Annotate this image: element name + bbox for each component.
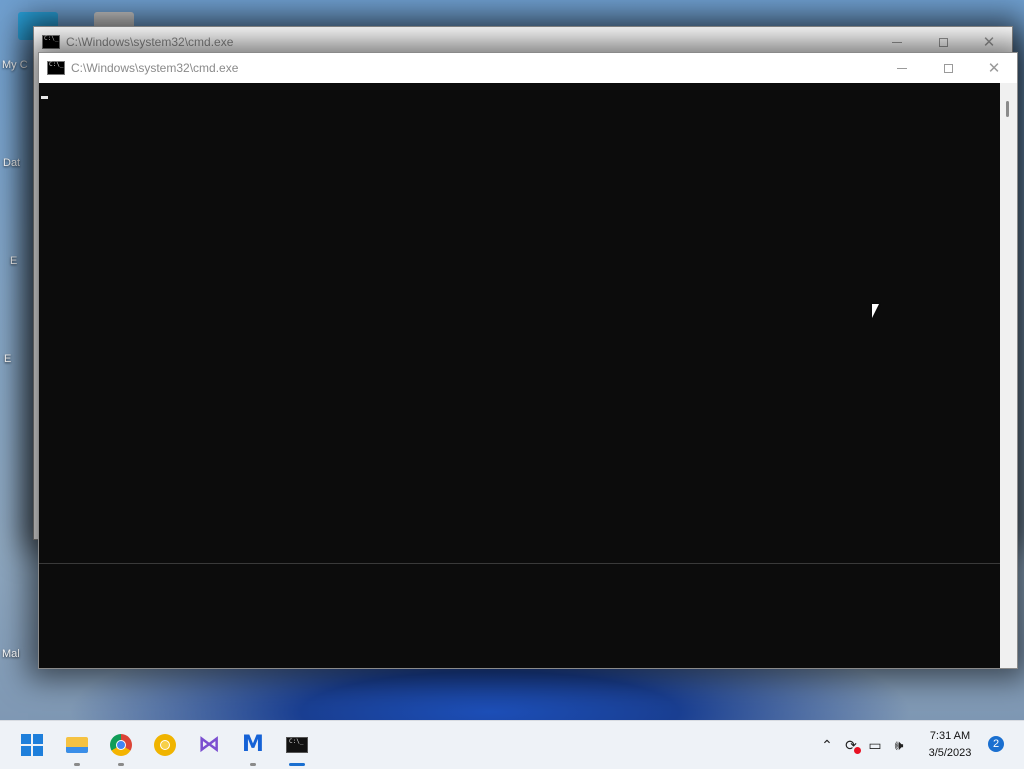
console-output[interactable]	[39, 83, 1000, 668]
maximize-button[interactable]	[925, 53, 971, 83]
chevron-up-icon: ⌃	[821, 736, 833, 753]
windows-logo-icon	[21, 734, 43, 756]
taskbar-command-prompt[interactable]	[281, 729, 313, 766]
speaker-icon: 🕪	[894, 736, 904, 753]
error-dot-icon	[854, 747, 861, 754]
chrome-icon	[110, 734, 132, 756]
clock-time: 7:31 AM	[929, 730, 971, 742]
text-cursor	[41, 96, 48, 99]
vertical-scrollbar[interactable]	[1000, 83, 1017, 668]
desktop-icon-label[interactable]: My C	[2, 59, 28, 71]
visual-studio-icon: ⋈	[198, 732, 220, 757]
desktop-icon-label[interactable]: E	[10, 255, 17, 267]
mouse-pointer-icon	[872, 304, 886, 318]
desktop-icon-label[interactable]: Mal	[2, 648, 20, 660]
running-indicator	[118, 763, 124, 766]
chrome-canary-icon	[154, 734, 176, 756]
command-prompt-icon	[286, 737, 308, 753]
window-title: C:\Windows\system32\cmd.exe	[66, 35, 234, 49]
minimize-button[interactable]	[879, 53, 925, 83]
maximize-icon	[938, 37, 948, 47]
maximize-icon	[943, 63, 953, 73]
clock-date: 3/5/2023	[928, 747, 972, 759]
minimize-icon	[897, 67, 907, 69]
console-divider	[39, 563, 1000, 564]
close-button[interactable]: ✕	[971, 53, 1017, 83]
taskbar: ⋈ M ⌃ ⟳ ▭ 🕪 7:31 AM 3/5/2023	[0, 720, 1024, 769]
start-button[interactable]	[16, 729, 48, 761]
taskbar-malwarebytes[interactable]: M	[237, 729, 269, 766]
network-button[interactable]: ▭	[863, 733, 887, 757]
scrollbar-thumb[interactable]	[1006, 101, 1009, 117]
cmd-icon	[42, 35, 60, 49]
title-bar[interactable]: C:\Windows\system32\cmd.exe ✕	[39, 53, 1017, 83]
system-clock[interactable]: 7:31 AM 3/5/2023	[918, 728, 982, 762]
running-indicator	[250, 763, 256, 766]
desktop-icon-label[interactable]: E	[4, 353, 11, 365]
taskbar-chrome-canary[interactable]	[149, 729, 181, 761]
desktop-icon-label[interactable]: Dat	[3, 157, 20, 169]
window-title: C:\Windows\system32\cmd.exe	[71, 61, 239, 75]
taskbar-visual-studio[interactable]: ⋈	[193, 729, 225, 761]
active-indicator	[289, 763, 305, 766]
volume-button[interactable]: 🕪	[887, 733, 911, 757]
sync-status-button[interactable]: ⟳	[839, 733, 863, 757]
close-icon: ✕	[982, 33, 996, 51]
malwarebytes-icon: M	[242, 732, 264, 757]
notification-badge[interactable]: 2	[988, 736, 1004, 752]
taskbar-chrome[interactable]	[105, 729, 137, 766]
minimize-icon	[892, 41, 902, 43]
network-icon: ▭	[868, 736, 882, 753]
cmd-window-front[interactable]: C:\Windows\system32\cmd.exe ✕	[38, 52, 1018, 669]
close-icon: ✕	[987, 59, 1001, 77]
running-indicator	[74, 763, 80, 766]
taskbar-file-explorer[interactable]	[61, 729, 93, 766]
show-hidden-icons-button[interactable]: ⌃	[815, 733, 839, 757]
cmd-icon	[47, 61, 65, 75]
folder-icon	[66, 737, 88, 753]
